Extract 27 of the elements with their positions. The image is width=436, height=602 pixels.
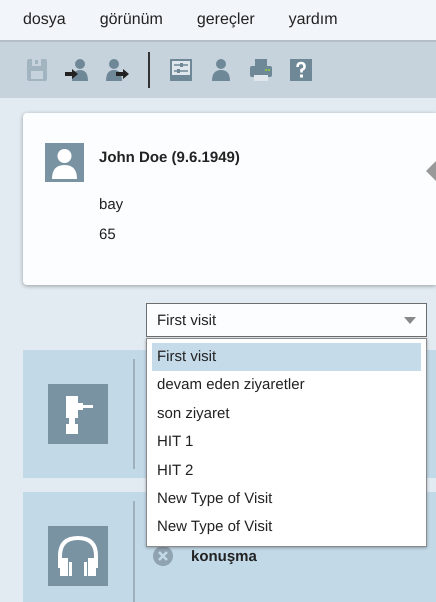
avatar-icon: [45, 143, 84, 182]
item-label: konuşma: [191, 548, 257, 564]
patient-age: 65: [99, 225, 117, 245]
drill-icon: [48, 384, 108, 444]
patient-gender: bay: [99, 195, 124, 215]
visit-type-dropdown[interactable]: First visit: [146, 303, 427, 337]
dropdown-option[interactable]: HIT 2: [152, 456, 421, 485]
menu-item[interactable]: gereçler: [188, 7, 263, 33]
person-arrow-in-icon[interactable]: [64, 57, 90, 83]
dropdown-option[interactable]: devam eden ziyaretler: [152, 371, 421, 400]
menu-item[interactable]: dosya: [15, 7, 74, 33]
dropdown-option[interactable]: HIT 1: [152, 428, 421, 457]
headphones-icon: [48, 526, 108, 586]
sliders-panel-icon[interactable]: [168, 57, 194, 83]
caret-icon: [404, 316, 416, 324]
printer-icon[interactable]: [248, 57, 274, 83]
help-icon[interactable]: [288, 57, 314, 83]
dropdown-option[interactable]: New Type of Visit: [152, 484, 421, 514]
collapse-arrow-icon[interactable]: [426, 161, 436, 181]
person-arrow-out-icon[interactable]: [104, 57, 130, 83]
menu-item[interactable]: görünüm: [92, 7, 171, 33]
remove-icon[interactable]: [153, 546, 173, 566]
menu-item[interactable]: yardım: [280, 7, 346, 33]
dropdown-option[interactable]: First visit: [152, 343, 421, 372]
dropdown-option[interactable]: son ziyaret: [152, 400, 421, 428]
patient-name: John Doe (9.6.1949): [99, 149, 240, 166]
dropdown-option[interactable]: New Type of Visit: [152, 513, 421, 542]
